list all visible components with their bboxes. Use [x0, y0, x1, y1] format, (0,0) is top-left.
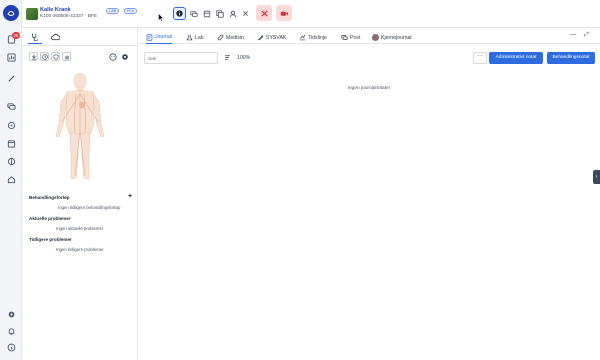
filter-button[interactable] [223, 53, 232, 62]
stethoscope-icon [32, 33, 38, 41]
mouse-cursor-icon [158, 9, 165, 27]
main-content: Journal Lab Medisin SYSVAK Tidslinje Pos… [138, 28, 600, 360]
timeline-icon [299, 34, 306, 41]
journal-search-input[interactable] [144, 52, 218, 64]
tab-lab[interactable]: Lab [186, 31, 204, 44]
syringe-icon [257, 34, 264, 41]
tab-post[interactable]: Post [341, 31, 360, 44]
pages-icon [215, 9, 224, 18]
video-call-button[interactable] [276, 5, 292, 21]
notification-badge: 25 [12, 32, 20, 39]
filter-lines-icon [225, 55, 230, 60]
pages-button[interactable] [214, 8, 225, 19]
calendar-icon[interactable] [5, 137, 17, 149]
tag-plu[interactable]: PLU [124, 8, 138, 14]
tab-kjernejournal[interactable]: Kjernejournal [372, 31, 412, 44]
face-icon [108, 52, 117, 61]
tab-tidslinje[interactable]: Tidslinje [299, 31, 327, 44]
empty-behandlingsforlop: Ingen tidligere behandlingsforløp [58, 205, 121, 210]
tab-lab-label: Lab [195, 34, 204, 41]
left-rail: 25 [0, 0, 22, 360]
empty-aktuelle-problemer: Ingen aktuelle problemer [56, 226, 104, 231]
top-bar: Kalle Krank K100 060506-42337 · BFE LAB … [22, 0, 600, 28]
settings-icon[interactable] [5, 308, 17, 320]
tab-kjernejournal-label: Kjernejournal [381, 34, 412, 41]
empty-journal-message: Ingen journalnotater [347, 86, 391, 91]
shield-icon [53, 53, 58, 60]
journal-icon [146, 33, 153, 41]
download-icon [31, 54, 36, 59]
close-icon [243, 11, 248, 16]
panel-settings-button[interactable] [120, 52, 129, 61]
tab-medisin[interactable]: Medisin [217, 31, 244, 44]
history-button[interactable] [40, 52, 49, 61]
panel-divider [22, 45, 138, 46]
tab-stethoscope[interactable] [28, 30, 42, 44]
info-icon[interactable] [5, 341, 17, 353]
chat-icon [341, 34, 348, 41]
window-button[interactable] [201, 8, 212, 19]
cloud-icon [50, 33, 60, 41]
expand-icon[interactable]: ⤢ [584, 32, 589, 39]
tag-lab[interactable]: LAB [106, 8, 120, 14]
section-title-behandlingsforlop: Behandlingsforløp [29, 195, 70, 200]
disconnect-button[interactable] [256, 5, 272, 21]
chart-icon[interactable] [5, 51, 17, 63]
section-title-aktuelle-problemer: Aktuelle problemer [29, 216, 71, 221]
zoom-level[interactable]: 100% [237, 55, 250, 61]
shield-button[interactable] [51, 52, 60, 61]
patient-overview-panel: + Behandlingsforløp Ingen tidligere beha… [22, 28, 138, 360]
person-icon [229, 10, 236, 17]
chat-icon [189, 10, 198, 17]
treatment-note-button[interactable]: Behandlingsnotat [547, 52, 595, 64]
tab-journal[interactable]: Journal [146, 31, 173, 44]
more-options-button[interactable]: ··· [473, 52, 487, 64]
disconnect-icon [260, 9, 268, 17]
bell-icon[interactable] [5, 325, 17, 337]
side-panel-toggle[interactable]: ‹ [593, 170, 600, 184]
journal-tabs: Journal Lab Medisin SYSVAK Tidslinje Pos… [138, 28, 600, 44]
clock-icon [41, 53, 48, 60]
video-icon [280, 11, 288, 16]
hand-icon [64, 55, 69, 59]
anatomy-figure[interactable] [52, 72, 108, 184]
tab-post-label: Post [350, 34, 361, 41]
tab-journal-label: Journal [155, 34, 173, 40]
info-icon [176, 10, 183, 17]
monitor-icon[interactable] [5, 119, 17, 131]
empty-tidligere-problemer: Ingen tidligere problemer [56, 247, 104, 252]
gear-icon [121, 53, 128, 60]
info-toggle-button[interactable] [173, 7, 186, 20]
patient-avatar[interactable] [26, 8, 38, 20]
administrative-note-button[interactable]: Administrativt notat [489, 52, 543, 64]
tab-sysvak-label: SYSVAK [266, 34, 287, 41]
patient-name[interactable]: Kalle Krank [40, 7, 71, 13]
tab-cloud[interactable] [48, 30, 62, 44]
hand-button[interactable] [62, 52, 71, 61]
kjernejournal-icon [372, 34, 379, 41]
tab-medisin-label: Medisin [226, 34, 244, 41]
pen-icon[interactable] [5, 72, 17, 84]
person-button[interactable] [227, 8, 238, 19]
sensor-icon[interactable] [5, 155, 17, 167]
window-icon [203, 10, 210, 17]
chat-button[interactable] [188, 8, 199, 19]
face-button[interactable] [108, 52, 117, 61]
app-logo-icon[interactable] [3, 5, 19, 21]
add-treatment-button[interactable]: + [128, 193, 132, 200]
tab-sysvak[interactable]: SYSVAK [257, 31, 286, 44]
patient-id-line: K100 060506-42337 · BFE [40, 14, 98, 19]
home-icon[interactable] [5, 173, 17, 185]
flask-icon [186, 34, 193, 41]
download-button[interactable] [29, 52, 38, 61]
minimize-button[interactable]: — [570, 32, 576, 38]
tab-tidslinje-label: Tidslinje [308, 34, 327, 41]
section-title-tidligere-problemer: Tidligere problemer [29, 237, 72, 242]
chat-icon[interactable] [5, 100, 17, 112]
close-button[interactable] [240, 8, 251, 19]
pill-icon [217, 34, 224, 41]
